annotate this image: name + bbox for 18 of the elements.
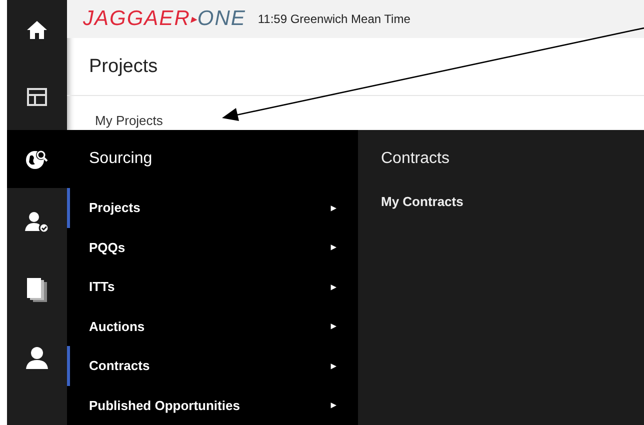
home-icon — [26, 20, 48, 40]
menu-item[interactable]: PQQs ▸ — [67, 228, 358, 267]
documents-icon — [26, 277, 48, 303]
menu-item[interactable]: Published Opportunities ▸ — [67, 386, 358, 425]
submenu-item[interactable]: My Contracts — [381, 188, 644, 209]
menu-item[interactable]: Auctions ▸ — [67, 306, 358, 346]
user-check-icon — [24, 211, 50, 233]
globe-search-icon — [25, 148, 49, 170]
time-text: 11:59 Greenwich Mean Time — [258, 12, 410, 26]
rail-button[interactable] — [7, 130, 67, 188]
layout-icon — [26, 87, 48, 107]
logo[interactable]: JAGGAER▸ONE — [83, 7, 246, 31]
menu-item[interactable]: ITTs ▸ — [67, 267, 358, 306]
menu-title: Sourcing — [88, 149, 154, 169]
submenu-title: Contracts — [381, 149, 450, 169]
page-title: Projects — [89, 56, 158, 78]
my-projects-link[interactable]: My Projects — [95, 113, 163, 129]
user-icon — [25, 346, 49, 370]
